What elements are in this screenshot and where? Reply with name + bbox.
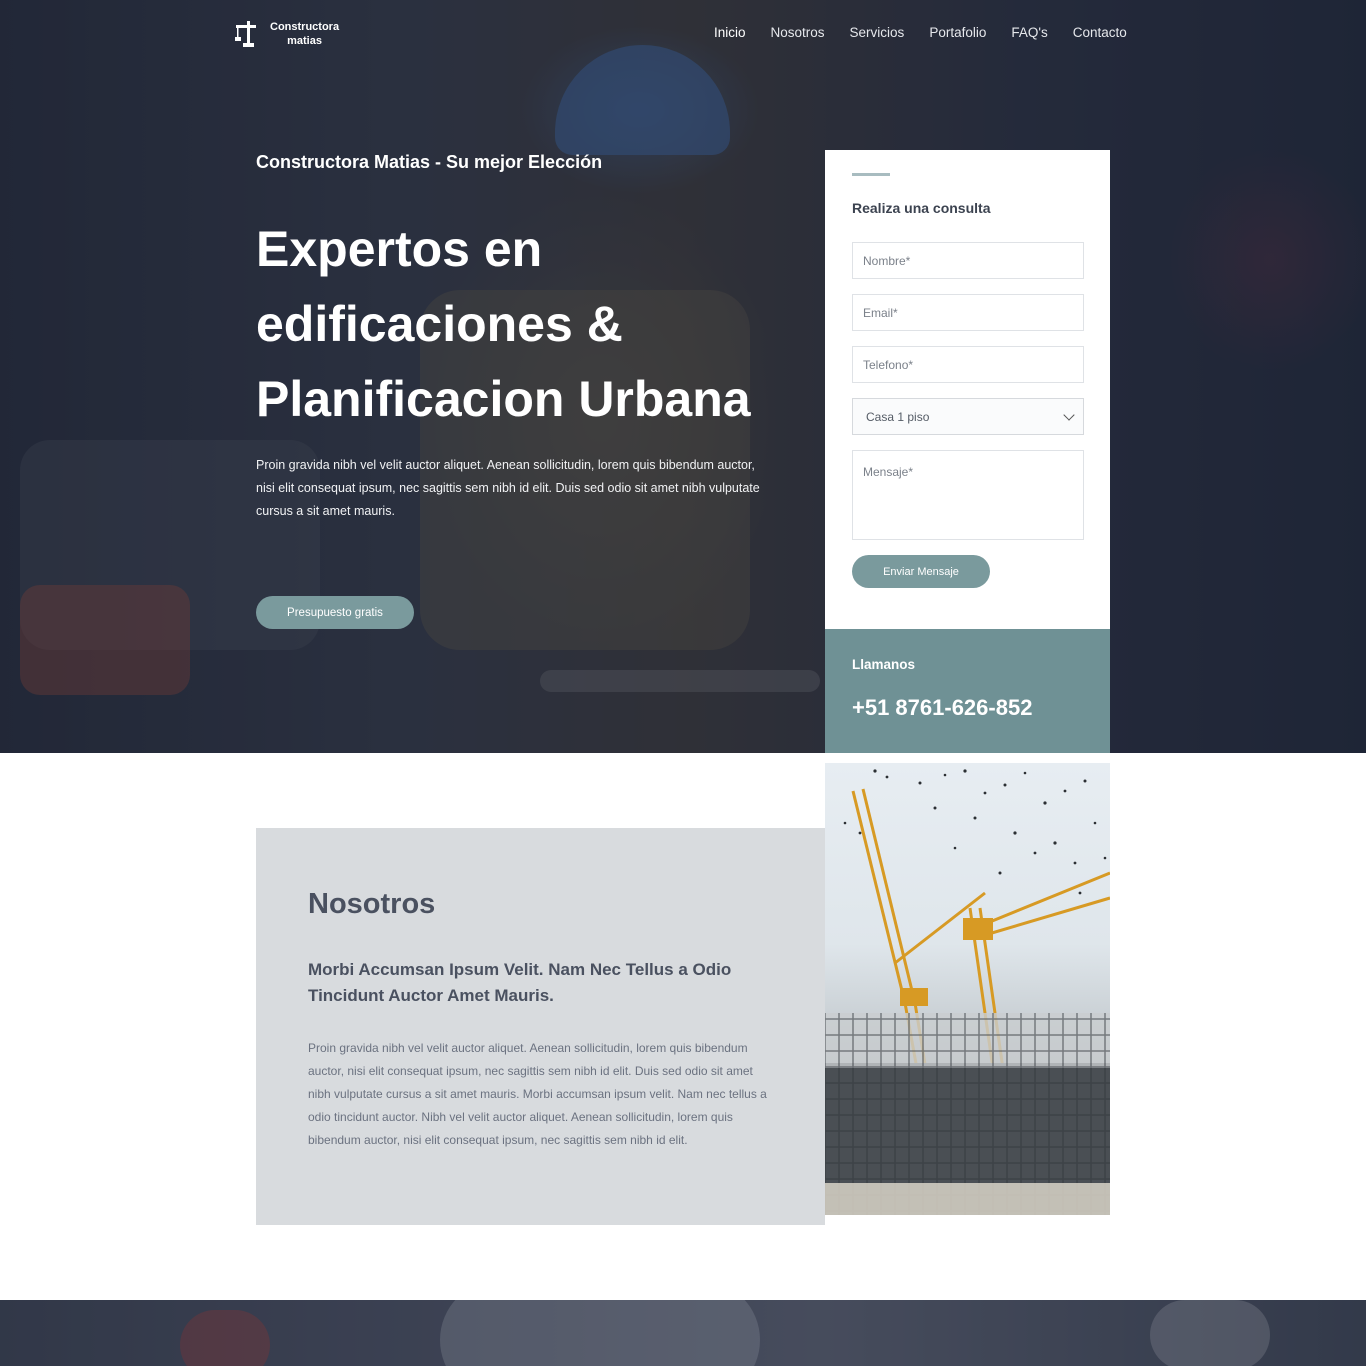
- site-logo[interactable]: Constructora matias: [234, 20, 339, 48]
- bottom-section-background: [0, 1300, 1366, 1366]
- form-accent-line: [852, 173, 890, 176]
- about-subtitle: Morbi Accumsan Ipsum Velit. Nam Nec Tell…: [308, 960, 732, 1005]
- main-nav: Inicio Nosotros Servicios Portafolio FAQ…: [714, 24, 1152, 42]
- contact-form: Realiza una consulta Casa 1 piso Enviar …: [825, 150, 1110, 629]
- message-field[interactable]: [852, 450, 1084, 540]
- about-section: Nosotros Morbi Accumsan Ipsum Velit. Nam…: [256, 828, 825, 1225]
- phone-number[interactable]: +51 8761-626-852: [852, 695, 1032, 721]
- nav-item-nosotros[interactable]: Nosotros: [771, 24, 825, 42]
- brand-name-line2: matias: [287, 35, 322, 47]
- site-header: Constructora matias Inicio Nosotros Serv…: [0, 0, 1366, 70]
- free-quote-button[interactable]: Presupuesto gratis: [256, 596, 414, 629]
- nav-item-servicios[interactable]: Servicios: [850, 24, 905, 42]
- hero-kicker: Constructora Matias - Su mejor Elección: [256, 152, 603, 172]
- construction-photo-illustration: [825, 769, 1110, 1215]
- project-type-value: Casa 1 piso: [866, 409, 930, 424]
- send-message-button[interactable]: Enviar Mensaje: [852, 555, 990, 588]
- brand-name-line1: Constructora: [270, 21, 340, 33]
- nav-item-portafolio[interactable]: Portafolio: [929, 24, 986, 42]
- form-title: Realiza una consulta: [852, 200, 991, 216]
- brand-name: Constructora matias: [270, 20, 339, 48]
- name-field[interactable]: [852, 242, 1084, 279]
- about-title: Nosotros: [308, 888, 436, 920]
- hero-headline: Expertos en edificaciones & Planificacio…: [256, 221, 751, 427]
- chevron-down-icon: [1063, 408, 1075, 421]
- call-label: Llamanos: [852, 657, 916, 672]
- hero-description: Proin gravida nibh vel velit auctor aliq…: [256, 458, 760, 518]
- construction-photo: [825, 763, 1110, 1215]
- nav-item-contacto[interactable]: Contacto: [1073, 24, 1127, 42]
- nav-item-inicio[interactable]: Inicio: [714, 24, 746, 42]
- nav-item-faqs[interactable]: FAQ's: [1011, 24, 1047, 42]
- crane-icon: [235, 21, 256, 47]
- project-type-select[interactable]: Casa 1 piso: [852, 398, 1084, 435]
- bottom-overlay: [0, 1300, 1366, 1366]
- about-text: Proin gravida nibh vel velit auctor aliq…: [308, 1041, 767, 1147]
- call-card: Llamanos +51 8761-626-852: [825, 629, 1110, 753]
- email-field[interactable]: [852, 294, 1084, 331]
- phone-field[interactable]: [852, 346, 1084, 383]
